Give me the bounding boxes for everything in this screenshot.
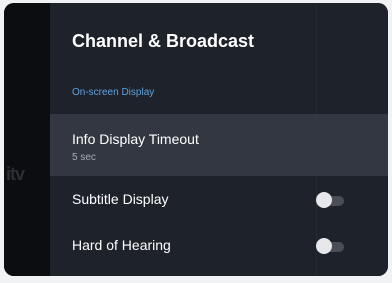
hard-of-hearing-toggle[interactable] bbox=[316, 238, 348, 254]
setting-value: 5 sec bbox=[72, 152, 96, 163]
setting-label: Hard of Hearing bbox=[72, 237, 171, 253]
settings-panel: Channel & Broadcast On-screen Display In… bbox=[50, 3, 388, 276]
toggle-knob bbox=[316, 238, 332, 254]
background-content: itv bbox=[4, 3, 50, 276]
toggle-knob bbox=[316, 192, 332, 208]
setting-label: Subtitle Display bbox=[72, 191, 169, 207]
subtitle-display-toggle[interactable] bbox=[316, 192, 348, 208]
tv-screen: itv Channel & Broadcast On-screen Displa… bbox=[4, 3, 388, 276]
setting-subtitle-display[interactable]: Subtitle Display bbox=[50, 183, 388, 219]
setting-info-display-timeout[interactable]: Info Display Timeout 5 sec bbox=[50, 114, 388, 176]
setting-label: Info Display Timeout bbox=[72, 131, 199, 147]
setting-hard-of-hearing[interactable]: Hard of Hearing bbox=[50, 229, 388, 265]
itv-logo-icon: itv bbox=[6, 164, 25, 184]
panel-title: Channel & Broadcast bbox=[72, 31, 255, 51]
section-header: On-screen Display bbox=[72, 87, 155, 98]
